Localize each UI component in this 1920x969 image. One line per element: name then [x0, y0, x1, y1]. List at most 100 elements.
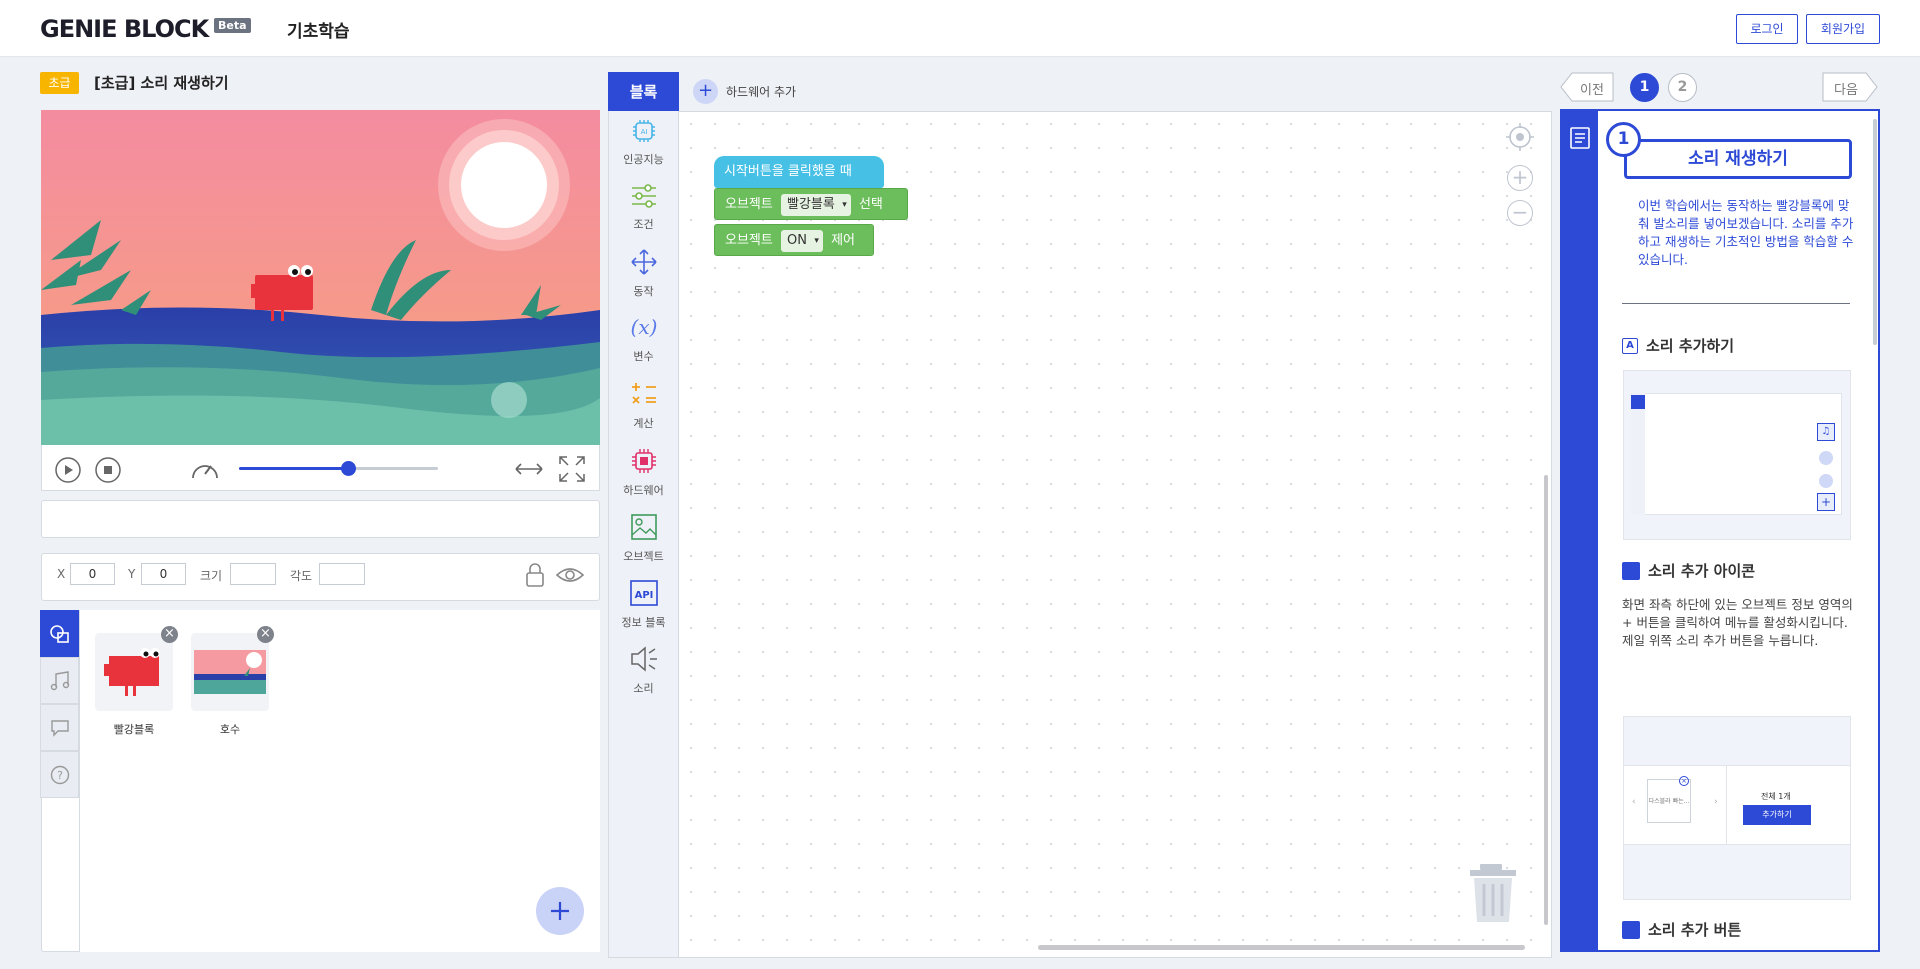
step-1-button[interactable]: 1 [1630, 73, 1659, 102]
object-control-block[interactable]: 오브젝트 ON 제어 [714, 224, 874, 256]
red-block-thumb-image [104, 648, 160, 696]
object-thumbnail-red-block[interactable] [95, 633, 173, 711]
category-sound[interactable]: 소리 [608, 645, 679, 696]
start-block-label: 시작버튼을 클릭했을 때 [724, 164, 852, 179]
beta-badge: Beta [214, 18, 251, 33]
block-prefix: 오브젝트 [725, 197, 773, 212]
category-variable[interactable]: (x) 변수 [608, 313, 679, 364]
login-button[interactable]: 로그인 [1736, 14, 1798, 44]
variable-x-icon: (x) [630, 315, 657, 339]
object-name: 빨강블록 [113, 723, 155, 736]
mini-tab-active [1631, 395, 1645, 409]
category-condition-label: 조건 [633, 218, 654, 231]
mini-object-panel [1631, 393, 1842, 515]
svg-text:(x): (x) [630, 315, 657, 339]
add-object-button[interactable] [536, 887, 584, 935]
mini-close-icon: × [1679, 776, 1689, 786]
image-icon [630, 514, 657, 540]
mini-menu-dot [1819, 474, 1833, 488]
nav-basic-learning[interactable]: 기초학습 [287, 17, 350, 42]
signup-button[interactable]: 회원가입 [1806, 14, 1880, 44]
angle-input[interactable] [319, 563, 365, 585]
play-icon[interactable] [55, 457, 81, 483]
genie-block-logo[interactable]: GENIE BLOCK [40, 15, 209, 43]
music-note-icon [50, 670, 69, 690]
category-sound-label: 소리 [633, 682, 654, 695]
zoom-in-button[interactable]: + [1507, 165, 1533, 191]
on-off-dropdown[interactable]: ON [780, 230, 823, 252]
mini-dialog-divider [1726, 765, 1727, 845]
fit-width-icon[interactable] [514, 459, 544, 479]
mini-tab-strip [1631, 393, 1645, 515]
x-input[interactable]: 0 [70, 563, 115, 585]
step-2-button[interactable]: 2 [1668, 73, 1697, 102]
x-label: X [57, 567, 66, 581]
add-hardware-label: 하드웨어 추가 [726, 85, 797, 99]
y-input[interactable]: 0 [141, 563, 186, 585]
object-thumbnail-lake[interactable] [191, 633, 269, 711]
block-suffix: 제어 [831, 233, 856, 248]
size-input[interactable] [230, 563, 276, 585]
fullscreen-icon[interactable] [558, 455, 586, 483]
tab-help[interactable]: ? [40, 751, 79, 798]
sliders-icon [631, 184, 656, 208]
block-suffix: 선택 [858, 197, 883, 212]
move-arrows-icon [630, 249, 657, 275]
canvas-horizontal-scrollbar[interactable] [1038, 945, 1525, 950]
add-hardware-button[interactable]: + 하드웨어 추가 [693, 79, 796, 104]
category-info-block[interactable]: API 정보 블록 [608, 579, 679, 630]
category-ai[interactable]: AI 인공지능 [608, 118, 679, 167]
category-hardware[interactable]: 하드웨어 [608, 447, 679, 498]
mini-chevron-left-icon: ‹ [1632, 797, 1636, 807]
mini-sound-add-icon: ♫ [1817, 423, 1835, 441]
category-calculation-label: 계산 [633, 417, 654, 430]
select-object-block[interactable]: 오브젝트 빨강블록 선택 [714, 188, 908, 220]
speaker-icon [630, 646, 657, 672]
tab-speech[interactable] [40, 704, 79, 751]
lock-icon[interactable] [524, 562, 546, 588]
category-motion[interactable]: 동작 [608, 248, 679, 299]
zoom-out-button[interactable]: − [1507, 200, 1533, 226]
category-object[interactable]: 오브젝트 [608, 513, 679, 564]
visibility-eye-icon[interactable] [555, 565, 585, 585]
document-icon[interactable] [1569, 126, 1591, 150]
section-title: 소리 추가 아이콘 [1648, 562, 1756, 580]
speed-slider-handle[interactable] [341, 461, 357, 476]
tab-sounds[interactable] [40, 657, 79, 704]
delete-object-lake-button[interactable]: × [257, 626, 274, 643]
object-dropdown[interactable]: 빨강블록 [780, 194, 851, 216]
section-sound-add-icon: 소리 추가 아이콘 [1622, 560, 1755, 581]
guide-section-body: 화면 좌측 하단에 있는 오브젝트 정보 영역의 + 버튼을 클릭하여 메뉴를 … [1622, 597, 1853, 648]
hardware-chip-icon [631, 449, 656, 473]
shapes-icon [49, 624, 69, 643]
delete-object-red-block-button[interactable]: × [161, 626, 178, 643]
guide-scrollbar[interactable] [1873, 119, 1877, 345]
ai-chip-icon: AI [632, 120, 655, 142]
when-start-clicked-block[interactable]: 시작버튼을 클릭했을 때 [714, 156, 884, 188]
math-icon [631, 383, 656, 404]
category-condition[interactable]: 조건 [608, 183, 679, 232]
stop-icon[interactable] [95, 457, 121, 483]
recenter-target-icon[interactable] [1506, 123, 1534, 151]
stage-control-bar [41, 445, 600, 491]
message-input-bar[interactable] [41, 500, 600, 538]
trash-can-icon[interactable] [1468, 862, 1518, 924]
mini-total-count: 전체 1개 [1761, 792, 1791, 801]
mini-menu-dot [1819, 451, 1833, 465]
red-block-character[interactable] [251, 262, 317, 322]
speech-bubble-icon [50, 719, 69, 737]
size-label: 크기 [200, 569, 223, 583]
category-info-block-label: 정보 블록 [621, 616, 666, 629]
block-palette-tab[interactable]: 블록 [608, 72, 679, 111]
category-calculation[interactable]: 계산 [608, 380, 679, 431]
plus-icon [551, 902, 569, 920]
canvas-vertical-scrollbar[interactable] [1544, 475, 1548, 925]
api-icon: API [629, 580, 658, 606]
stage-canvas[interactable] [41, 110, 600, 445]
y-label: Y [128, 567, 136, 581]
tab-objects[interactable] [40, 610, 79, 657]
speed-slider-track[interactable] [239, 467, 438, 470]
guide-divider [1622, 303, 1850, 304]
lake-background-image [41, 110, 600, 445]
block-prefix: 오브젝트 [725, 233, 773, 248]
